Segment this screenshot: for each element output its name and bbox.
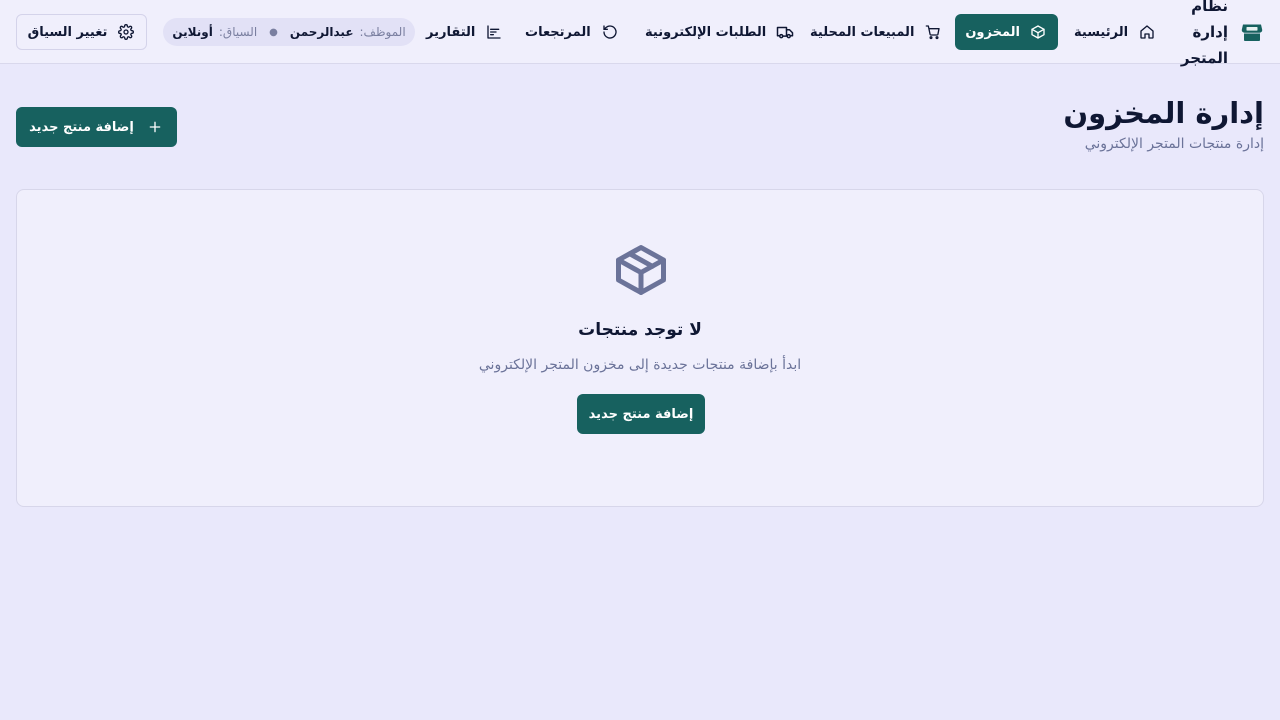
nav-item-inventory-label: المخزون <box>965 24 1020 40</box>
nav-item-reports-label: التقارير <box>426 24 476 40</box>
employee-name: عبدالرحمن <box>289 25 354 39</box>
page-subtitle: إدارة منتجات المتجر الإلكتروني <box>1084 136 1264 152</box>
nav-item-online-orders-label: الطلبات الإلكترونية <box>645 24 767 40</box>
add-product-label: إضافة منتج جديد <box>29 119 134 135</box>
empty-add-product-button[interactable]: إضافة منتج جديد <box>577 394 705 434</box>
box-icon <box>1030 23 1046 41</box>
home-icon <box>1138 23 1156 41</box>
truck-icon <box>776 23 794 41</box>
brand[interactable]: نظام إدارة المتجر <box>1172 0 1264 67</box>
top-navbar: نظام إدارة المتجر الرئيسية المخزون المبي… <box>0 0 1280 67</box>
gear-icon <box>117 23 135 41</box>
package-icon <box>611 240 671 300</box>
separator-dot: ● <box>269 26 278 38</box>
nav-item-inventory[interactable]: المخزون <box>955 14 1058 50</box>
nav-item-home-label: الرئيسية <box>1074 24 1129 40</box>
empty-state-title: لا توجد منتجات <box>578 320 702 340</box>
nav-item-returns-label: المرتجعات <box>525 24 591 40</box>
nav-item-online-orders[interactable]: الطلبات الإلكترونية <box>633 14 806 50</box>
nav-item-reports[interactable]: التقارير <box>414 14 515 50</box>
nav-item-home[interactable]: الرئيسية <box>1062 14 1168 50</box>
empty-state-card: لا توجد منتجات ابدأ بإضافة منتجات جديدة … <box>16 189 1264 507</box>
session-info: الموظف: عبدالرحمن ● السياق: أونلاين <box>163 18 415 46</box>
store-icon <box>1240 20 1264 44</box>
nav-item-returns[interactable]: المرتجعات <box>513 14 631 50</box>
context-value: أونلاين <box>172 25 213 39</box>
rotate-ccw-icon <box>601 23 619 41</box>
nav-item-local-sales-label: المبيعات المحلية <box>810 24 915 40</box>
brand-title: نظام إدارة المتجر <box>1180 0 1228 67</box>
cart-icon <box>924 23 942 41</box>
empty-state-text: ابدأ بإضافة منتجات جديدة إلى مخزون المتج… <box>478 357 802 373</box>
change-context-label: تغيير السياق <box>27 24 108 40</box>
add-product-button[interactable]: إضافة منتج جديد <box>16 107 177 147</box>
context-label: السياق: <box>218 25 258 39</box>
employee-label: الموظف: <box>359 25 406 39</box>
page-title: إدارة المخزون <box>1063 96 1264 130</box>
plus-icon <box>146 118 164 136</box>
chart-icon <box>485 23 503 41</box>
change-context-button[interactable]: تغيير السياق <box>16 14 147 50</box>
nav-item-local-sales[interactable]: المبيعات المحلية <box>798 14 954 50</box>
